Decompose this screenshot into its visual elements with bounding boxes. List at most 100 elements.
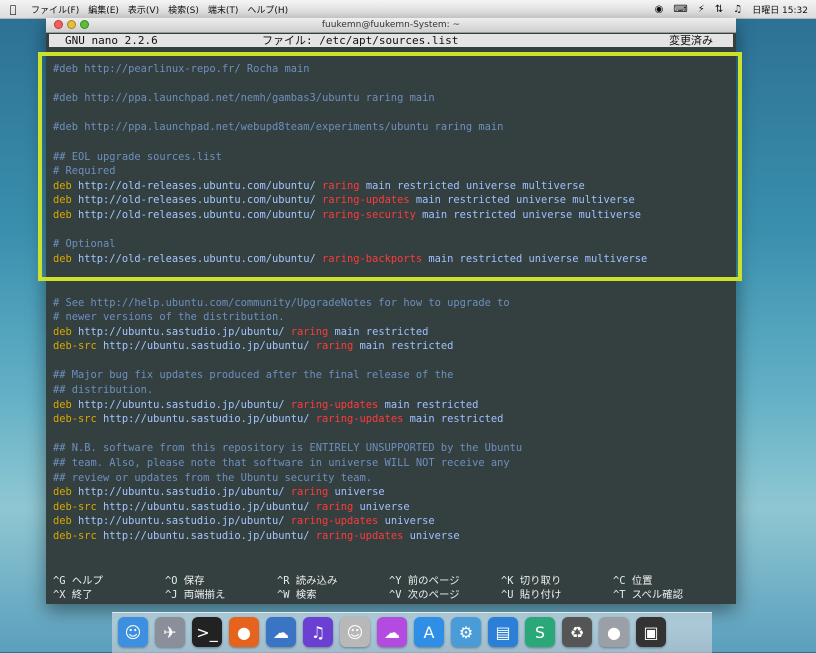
thunderbird-icon[interactable]: ☁ (266, 617, 296, 647)
menu-help[interactable]: ヘルプ(H) (247, 3, 288, 16)
menu-search[interactable]: 検索(S) (168, 3, 199, 16)
line-segment: deb (53, 398, 79, 411)
editor-buffer[interactable]: #deb http://pearlinux-repo.fr/ Rocha mai… (53, 62, 647, 544)
film-icon[interactable]: ▣ (636, 617, 666, 647)
line-segment: main restricted universe multiverse (359, 179, 585, 192)
editor-line[interactable]: #deb http://ppa.launchpad.net/webupd8tea… (53, 120, 647, 135)
editor-line[interactable]: deb-src http://ubuntu.sastudio.jp/ubuntu… (53, 412, 647, 427)
editor-line[interactable]: #deb http://pearlinux-repo.fr/ Rocha mai… (53, 62, 647, 77)
editor-line[interactable] (53, 281, 647, 296)
editor-line[interactable]: deb http://old-releases.ubuntu.com/ubunt… (53, 179, 647, 194)
shortcut-cur-pos[interactable]: ^C 位置 (613, 574, 653, 588)
launchpad-icon[interactable]: ✈ (155, 617, 185, 647)
app-store-icon[interactable]: A (414, 617, 444, 647)
menu-edit[interactable]: 編集(E) (88, 3, 119, 16)
editor-line[interactable]: # See http://help.ubuntu.com/community/U… (53, 296, 647, 311)
shortcut-help[interactable]: ^G ヘルプ (53, 574, 103, 588)
power-icon[interactable]: ⚡ (698, 4, 705, 15)
editor-line[interactable]: ## N.B. software from this repository is… (53, 441, 647, 456)
itunes-icon[interactable]: ♫ (303, 617, 333, 647)
editor-line[interactable] (53, 77, 647, 92)
editor-line[interactable]: deb http://ubuntu.sastudio.jp/ubuntu/ ra… (53, 325, 647, 340)
clock[interactable]: 日曜日 15:32 (752, 3, 808, 16)
editor-line[interactable] (53, 135, 647, 150)
line-segment: http://ubuntu.sastudio.jp/ubuntu/ (103, 500, 316, 513)
editor-line[interactable]: deb http://ubuntu.sastudio.jp/ubuntu/ ra… (53, 514, 647, 529)
icloud-icon[interactable]: ☁ (377, 617, 407, 647)
shortcut-save[interactable]: ^O 保存 (165, 574, 205, 588)
line-segment: deb (53, 208, 79, 221)
editor-line[interactable] (53, 106, 647, 121)
editor-line[interactable] (53, 354, 647, 369)
finder-icon[interactable]: ☺ (118, 617, 148, 647)
shortcut-justify[interactable]: ^J 両端揃え (165, 588, 225, 602)
editor-line[interactable]: deb-src http://ubuntu.sastudio.jp/ubuntu… (53, 339, 647, 354)
user-icon[interactable]: ◉ (655, 4, 664, 15)
contacts-icon[interactable]: ☺ (340, 617, 370, 647)
editor-line[interactable] (53, 427, 647, 442)
editor-line[interactable] (53, 266, 647, 281)
editor-line[interactable]: deb http://old-releases.ubuntu.com/ubunt… (53, 208, 647, 223)
dock: ☺ ✈ >_ ● ☁ ♫ ☺ ☁ A ⚙ ▤ S ♻ ● ▣ (112, 612, 712, 653)
firefox-icon[interactable]: ● (229, 617, 259, 647)
editor-line[interactable]: deb http://old-releases.ubuntu.com/ubunt… (53, 193, 647, 208)
terminal-icon[interactable]: >_ (192, 617, 222, 647)
editor-line[interactable]: deb-src http://ubuntu.sastudio.jp/ubuntu… (53, 500, 647, 515)
shortcut-where-is[interactable]: ^W 検索 (277, 588, 317, 602)
minimize-icon[interactable] (67, 20, 76, 29)
line-segment: http://ubuntu.sastudio.jp/ubuntu/ (78, 325, 291, 338)
line-segment: # Optional (53, 238, 116, 251)
editor-line[interactable]: ## team. Also, please note that software… (53, 456, 647, 471)
shortcut-prev-page[interactable]: ^Y 前のページ (389, 574, 460, 588)
network-transfer-icon[interactable]: ⇅ (715, 4, 723, 15)
editor-line[interactable]: deb http://old-releases.ubuntu.com/ubunt… (53, 252, 647, 267)
editor-line[interactable]: ## Major bug fix updates produced after … (53, 368, 647, 383)
editor-line[interactable]: deb http://ubuntu.sastudio.jp/ubuntu/ ra… (53, 485, 647, 500)
line-segment: ## team. Also, please note that software… (53, 457, 510, 470)
editor-line[interactable]: ## distribution. (53, 383, 647, 398)
menu-view[interactable]: 表示(V) (128, 3, 159, 16)
line-segment: raring-updates (322, 194, 410, 207)
shortcut-uncut[interactable]: ^U 貼り付け (501, 588, 561, 602)
line-segment: raring-security (322, 208, 416, 221)
line-segment: http://ubuntu.sastudio.jp/ubuntu/ (103, 413, 316, 426)
line-segment: deb (53, 252, 79, 265)
keyboard-icon[interactable]: ⌨ (673, 4, 687, 15)
editor-line[interactable]: #deb http://ppa.launchpad.net/nemh/gamba… (53, 91, 647, 106)
shortcut-row: ^X 終了 ^J 両端揃え ^W 検索 ^V 次のページ ^U 貼り付け ^T スペル確認 (53, 588, 733, 602)
camera-icon[interactable]: ● (599, 617, 629, 647)
editor-line[interactable]: # Optional (53, 237, 647, 252)
editor-line[interactable]: ## review or updates from the Ubuntu sec… (53, 471, 647, 486)
editor-line[interactable]: ## EOL upgrade sources.list (53, 150, 647, 165)
shortcut-cut[interactable]: ^K 切り取り (501, 574, 561, 588)
editor-line[interactable]: deb http://ubuntu.sastudio.jp/ubuntu/ ra… (53, 398, 647, 413)
line-segment: http://old-releases.ubuntu.com/ubuntu/ (78, 208, 323, 221)
shortcut-read-file[interactable]: ^R 読み込み (277, 574, 337, 588)
editor-line[interactable] (53, 223, 647, 238)
shortcut-spell[interactable]: ^T スペル確認 (613, 588, 683, 602)
line-segment: raring-updates (290, 515, 379, 528)
network-icon[interactable]: ▤ (488, 617, 518, 647)
editor-line[interactable]: deb-src http://ubuntu.sastudio.jp/ubuntu… (53, 529, 647, 544)
window-titlebar[interactable]: fuukemn@fuukemn-System: ~ (46, 18, 736, 33)
line-segment: raring-backports (322, 252, 423, 265)
shortcut-exit[interactable]: ^X 終了 (53, 588, 93, 602)
menu-file[interactable]: ファイル(F) (31, 3, 79, 16)
zoom-icon[interactable] (80, 20, 89, 29)
trash-icon[interactable]: ♻ (562, 617, 592, 647)
menu-terminal[interactable]: 端末(T) (208, 3, 239, 16)
line-segment: main restricted universe multiverse (409, 194, 635, 207)
preview-icon[interactable]: S (525, 617, 555, 647)
shortcut-next-page[interactable]: ^V 次のページ (389, 588, 460, 602)
nano-shortcut-bar: ^G ヘルプ ^O 保存 ^R 読み込み ^Y 前のページ ^K 切り取り ^C 位置 ^X… (53, 574, 733, 602)
editor-line[interactable]: # newer versions of the distribution. (53, 310, 647, 325)
line-segment: http://ubuntu.sastudio.jp/ubuntu/ (78, 398, 291, 411)
shortcut-label: ヘルプ (65, 575, 103, 587)
settings-icon[interactable]: ⚙ (451, 617, 481, 647)
editor-line[interactable]: # Required (53, 164, 647, 179)
volume-icon[interactable]: ♫ (733, 4, 742, 15)
nano-modified-status: 変更済み (669, 34, 713, 47)
apple-menu-icon[interactable]:  (4, 3, 22, 16)
close-icon[interactable] (54, 20, 63, 29)
line-segment: #deb http://pearlinux-repo.fr/ Rocha mai… (53, 63, 310, 75)
